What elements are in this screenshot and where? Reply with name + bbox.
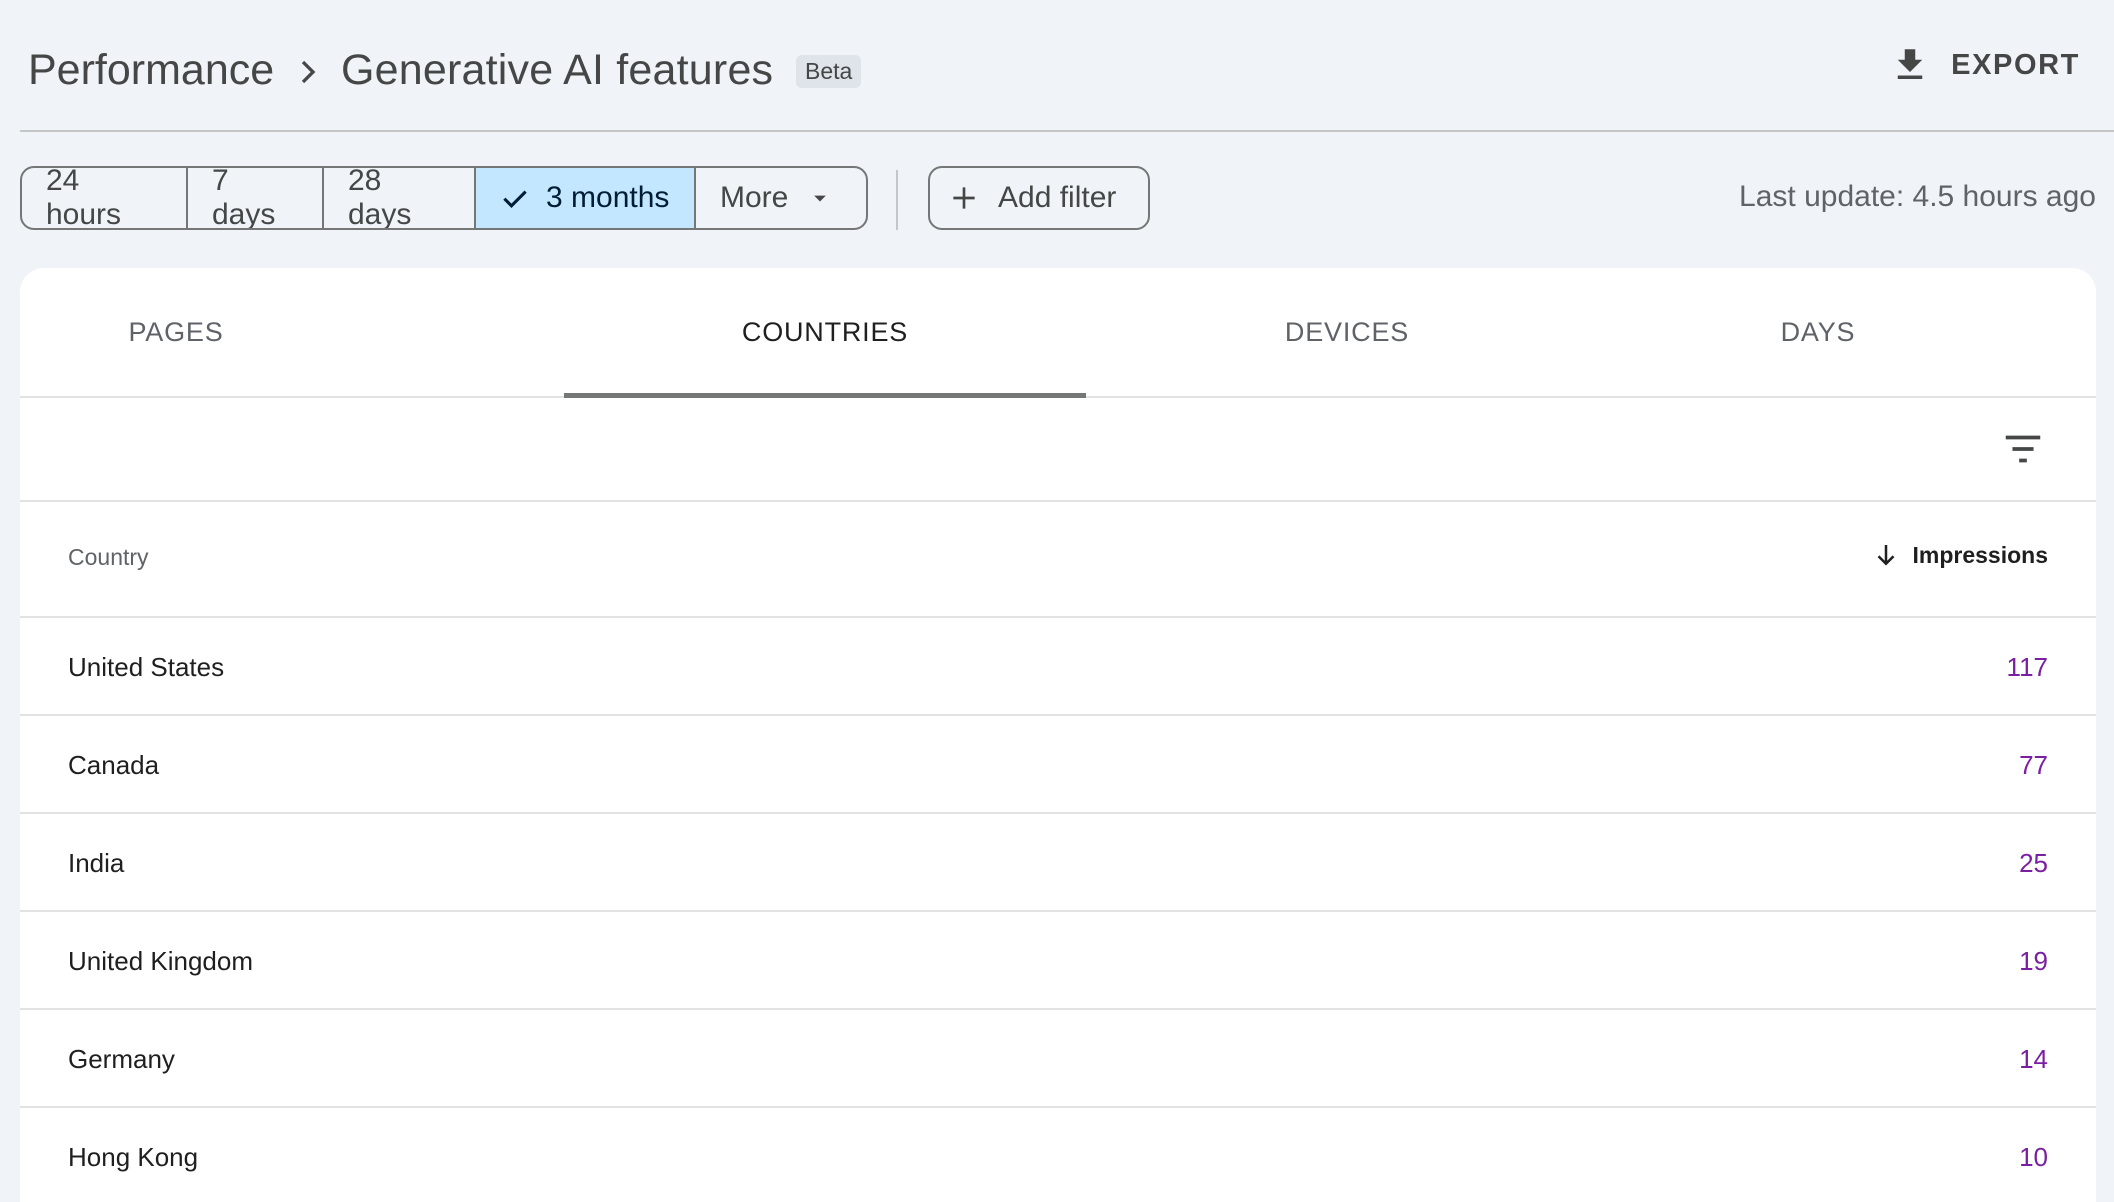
country-cell: United Kingdom xyxy=(68,946,253,976)
table-toolbar xyxy=(20,398,2096,502)
tab-countries[interactable]: COUNTRIES xyxy=(564,268,1086,398)
last-update-text: Last update: 4.5 hours ago xyxy=(1739,180,2096,213)
country-cell: Canada xyxy=(68,750,160,780)
impressions-cell: 25 xyxy=(2019,848,2048,878)
plus-icon xyxy=(953,187,975,209)
export-label: EXPORT xyxy=(1951,48,2080,81)
date-chip-3-months[interactable]: 3 months xyxy=(476,168,696,228)
impressions-cell: 14 xyxy=(2019,1044,2048,1074)
impressions-cell: 19 xyxy=(2019,946,2048,976)
filter-divider xyxy=(896,170,898,230)
date-chip-28-days[interactable]: 28 days xyxy=(324,168,476,228)
add-filter-label: Add filter xyxy=(998,181,1117,214)
check-icon xyxy=(503,190,527,208)
country-cell: India xyxy=(68,848,125,878)
more-dropdown[interactable]: More xyxy=(696,168,866,228)
results-card: PAGES COUNTRIES DEVICES DAYS Country Imp… xyxy=(20,268,2096,1202)
tab-devices[interactable]: DEVICES xyxy=(1086,268,1608,396)
dimension-tabs: PAGES COUNTRIES DEVICES DAYS xyxy=(20,268,2096,398)
add-filter-button[interactable]: Add filter xyxy=(928,166,1150,230)
download-icon xyxy=(1897,49,1923,79)
table-row[interactable]: Germany 14 xyxy=(20,1010,2096,1108)
export-button[interactable]: EXPORT xyxy=(1889,44,2080,86)
table-row[interactable]: Canada 77 xyxy=(20,716,2096,814)
date-chip-3-months-label: 3 months xyxy=(546,181,670,214)
date-range-selector: 24 hours 7 days 28 days 3 months More xyxy=(20,166,868,230)
arrow-down-icon xyxy=(1877,545,1894,566)
table-row[interactable]: United Kingdom 19 xyxy=(20,912,2096,1010)
impressions-cell: 117 xyxy=(2006,652,2048,682)
country-cell: Germany xyxy=(68,1044,175,1074)
column-header-country[interactable]: Country xyxy=(68,544,149,571)
country-cell: Hong Kong xyxy=(68,1142,199,1172)
column-header-impressions[interactable]: Impressions xyxy=(1871,540,2049,570)
impressions-cell: 77 xyxy=(2019,750,2048,780)
impressions-label: Impressions xyxy=(1912,541,2049,568)
table-header: Country Impressions xyxy=(20,502,2096,618)
page-header: Performance Generative AI features Beta … xyxy=(20,0,2114,132)
tab-days[interactable]: DAYS xyxy=(1608,268,2028,396)
table-row[interactable]: India 25 xyxy=(20,814,2096,912)
page: Performance Generative AI features Beta … xyxy=(0,0,2114,1202)
beta-badge: Beta xyxy=(796,55,862,88)
dropdown-arrow-icon xyxy=(814,195,827,202)
table-row[interactable]: Hong Kong 10 xyxy=(20,1108,2096,1202)
impressions-cell: 10 xyxy=(2019,1142,2048,1172)
table-body: United States 117 Canada 77 India 25 Uni… xyxy=(20,618,2096,1202)
breadcrumb-performance[interactable]: Performance xyxy=(28,46,274,95)
date-chip-7-days[interactable]: 7 days xyxy=(188,168,324,228)
page-title: Generative AI features xyxy=(341,46,774,94)
table-row[interactable]: United States 117 xyxy=(20,618,2096,716)
filter-list-icon[interactable] xyxy=(2000,426,2046,472)
date-chip-24-hours[interactable]: 24 hours xyxy=(22,168,188,228)
chevron-right-icon xyxy=(301,60,316,84)
more-label: More xyxy=(720,181,789,214)
country-cell: United States xyxy=(68,652,225,682)
